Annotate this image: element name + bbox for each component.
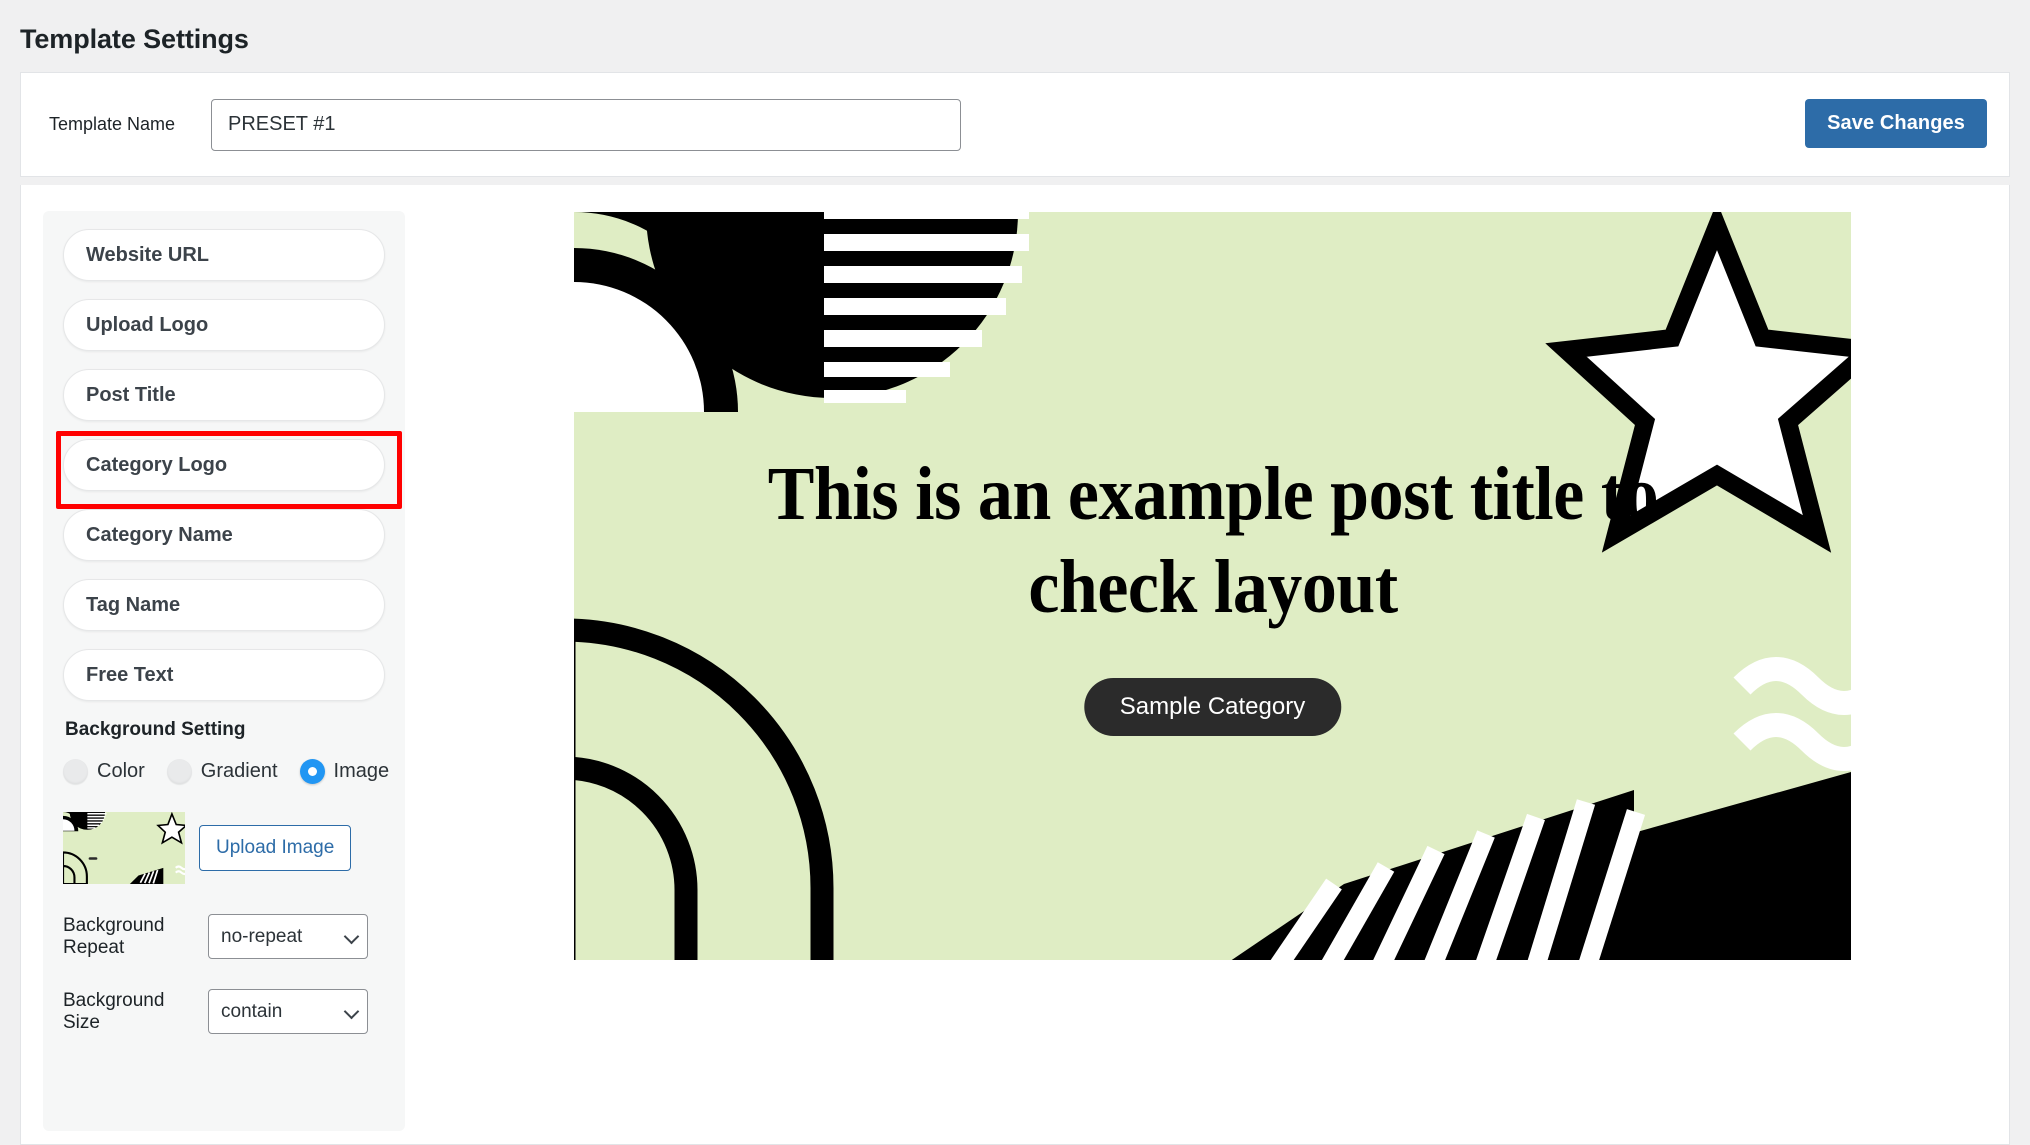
page-title: Template Settings [20,24,249,54]
sidebar-item-upload-logo[interactable]: Upload Logo [63,299,385,351]
sidebar-item-category-logo[interactable]: Category Logo [56,431,402,509]
background-repeat-row: Background Repeat no-repeat [63,914,385,959]
template-name-label: Template Name [49,114,176,134]
template-name-input[interactable] [211,98,961,151]
sidebar-item-label: Free Text [86,663,174,686]
background-size-select[interactable]: contain [208,989,368,1034]
radio-option-color[interactable]: Color [63,759,145,784]
sidebar-item-label: Upload Logo [86,313,209,336]
radio-circle-icon [166,759,192,784]
radio-label: Image [333,760,390,782]
sidebar-item-website-url[interactable]: Website URL [63,229,385,281]
sidebar-item-category-name[interactable]: Category Name [63,509,385,561]
template-editor-card: Website URL Upload Logo Post Title Categ… [20,185,2010,1145]
preview-category-badge: Sample Category [1083,678,1342,736]
upload-image-button[interactable]: Upload Image [199,825,352,871]
background-setting-label: Background Setting [65,719,246,740]
background-size-select-wrap: contain [208,989,368,1034]
background-repeat-select-wrap: no-repeat [208,914,368,959]
thumbnail-artwork [63,812,185,884]
radio-option-image[interactable]: Image [299,759,390,784]
sidebar-item-label: Category Logo [86,453,228,476]
sidebar-item-free-text[interactable]: Free Text [63,649,385,701]
preview-post-title: This is an example post title to check l… [767,452,1658,629]
radio-option-gradient[interactable]: Gradient [166,759,278,784]
background-image-thumbnail[interactable] [63,812,185,884]
background-size-label: Background Size [63,989,165,1033]
sidebar-item-label: Post Title [86,383,176,406]
radio-label: Color [97,760,145,782]
sidebar-item-post-title[interactable]: Post Title [63,369,385,421]
background-image-row: Upload Image [63,812,385,884]
template-name-card: Template Name Save Changes [20,72,2010,177]
background-size-row: Background Size contain [63,989,385,1034]
radio-label: Gradient [200,760,278,782]
settings-sidebar: Website URL Upload Logo Post Title Categ… [43,211,405,1131]
sidebar-item-label: Category Name [86,523,233,546]
background-repeat-select[interactable]: no-repeat [208,914,368,959]
save-changes-button[interactable]: Save Changes [1805,99,1987,148]
sidebar-item-tag-name[interactable]: Tag Name [63,579,385,631]
sidebar-item-label: Website URL [86,243,209,266]
template-preview[interactable]: This is an example post title to check l… [574,212,1851,960]
background-repeat-label: Background Repeat [63,914,165,958]
radio-circle-selected-icon [299,759,325,784]
radio-circle-icon [63,759,88,784]
background-type-radio-group: Color Gradient Image [63,759,389,784]
sidebar-item-label: Tag Name [86,593,181,616]
